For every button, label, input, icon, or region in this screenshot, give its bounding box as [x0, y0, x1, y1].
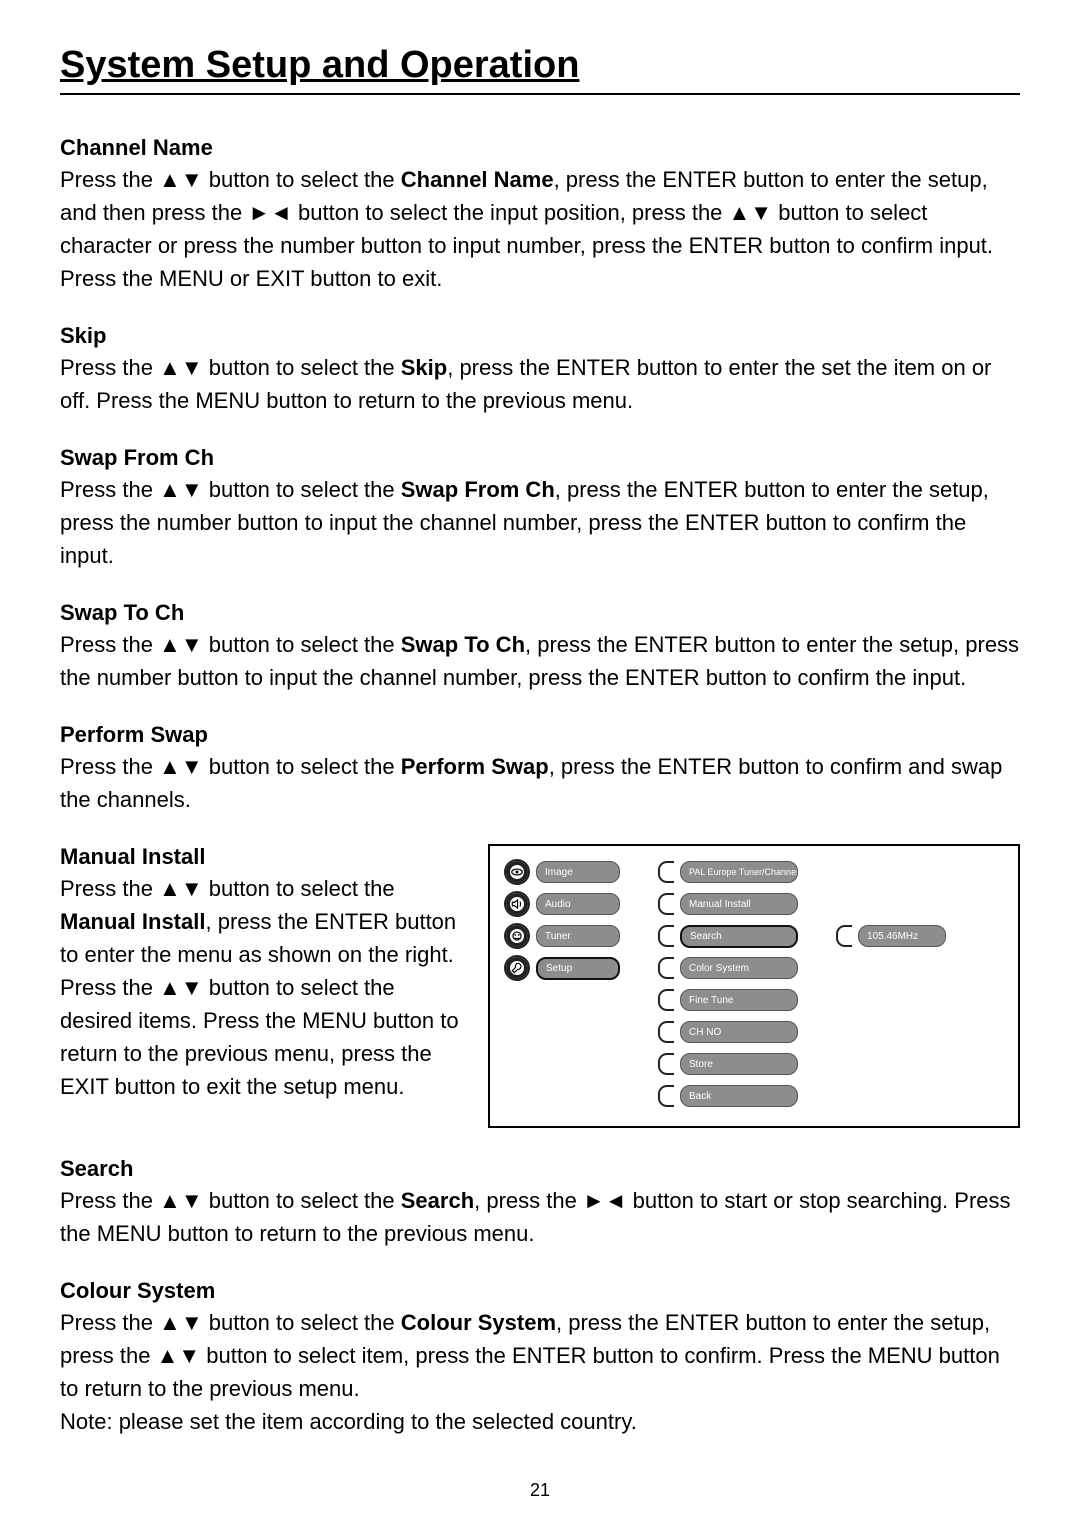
osd-item-image: Image: [504, 860, 620, 884]
section-perform-swap: Perform Swap Press the ▲▼ button to sele…: [60, 722, 1020, 816]
osd-label: Setup: [536, 957, 620, 980]
osd-label: Tuner: [536, 925, 620, 947]
bracket-icon: [658, 1053, 674, 1075]
bracket-icon: [658, 1085, 674, 1107]
updown-arrows-icon: ▲▼: [159, 355, 203, 380]
osd-item-pal: PAL Europe Tuner/Channel: [658, 860, 798, 884]
body-manual-install: Press the ▲▼ button to select the Manual…: [60, 872, 470, 1103]
osd-label: Search: [680, 925, 798, 948]
body-search: Press the ▲▼ button to select the Search…: [60, 1184, 1020, 1250]
bracket-icon: [658, 893, 674, 915]
osd-label: PAL Europe Tuner/Channel: [680, 861, 798, 883]
osd-left-column: Image Audio Tuner: [504, 860, 620, 980]
bracket-icon: [658, 957, 674, 979]
updown-arrows-icon: ▲▼: [157, 1343, 201, 1368]
page-title: System Setup and Operation: [60, 44, 1020, 87]
speaker-icon: [504, 891, 530, 917]
updown-arrows-icon: ▲▼: [159, 876, 203, 901]
heading-swap-to: Swap To Ch: [60, 600, 1020, 626]
osd-label: Back: [680, 1085, 798, 1107]
heading-perform-swap: Perform Swap: [60, 722, 1020, 748]
eye-icon: [504, 859, 530, 885]
osd-item-back: Back: [658, 1084, 798, 1108]
updown-arrows-icon: ▲▼: [159, 632, 203, 657]
body-skip: Press the ▲▼ button to select the Skip, …: [60, 351, 1020, 417]
body-perform-swap: Press the ▲▼ button to select the Perfor…: [60, 750, 1020, 816]
bracket-icon: [658, 1021, 674, 1043]
osd-label: Store: [680, 1053, 798, 1075]
osd-item-ch-no: CH NO: [658, 1020, 798, 1044]
section-colour-system: Colour System Press the ▲▼ button to sel…: [60, 1278, 1020, 1438]
heading-manual-install: Manual Install: [60, 844, 470, 870]
bracket-icon: [658, 925, 674, 947]
updown-arrows-icon: ▲▼: [159, 477, 203, 502]
section-channel-name: Channel Name Press the ▲▼ button to sele…: [60, 135, 1020, 295]
osd-item-audio: Audio: [504, 892, 620, 916]
leftright-arrows-icon: ►◄: [248, 200, 292, 225]
page-number: 21: [0, 1480, 1080, 1501]
updown-arrows-icon: ▲▼: [159, 1188, 203, 1213]
heading-search: Search: [60, 1156, 1020, 1182]
section-manual-install: Manual Install Press the ▲▼ button to se…: [60, 844, 1020, 1128]
body-colour-system: Press the ▲▼ button to select the Colour…: [60, 1306, 1020, 1405]
osd-label: Color System: [680, 957, 798, 979]
heading-colour-system: Colour System: [60, 1278, 1020, 1304]
body-swap-from: Press the ▲▼ button to select the Swap F…: [60, 473, 1020, 572]
wrench-icon: [504, 955, 530, 981]
osd-label: Fine Tune: [680, 989, 798, 1011]
updown-arrows-icon: ▲▼: [159, 975, 203, 1000]
heading-channel-name: Channel Name: [60, 135, 1020, 161]
osd-mid-column: PAL Europe Tuner/Channel Manual Install …: [658, 860, 798, 1108]
section-swap-to: Swap To Ch Press the ▲▼ button to select…: [60, 600, 1020, 694]
section-skip: Skip Press the ▲▼ button to select the S…: [60, 323, 1020, 417]
osd-item-manual-install: Manual Install: [658, 892, 798, 916]
bracket-icon: [658, 861, 674, 883]
body-swap-to: Press the ▲▼ button to select the Swap T…: [60, 628, 1020, 694]
osd-label: Audio: [536, 893, 620, 915]
bracket-icon: [658, 989, 674, 1011]
osd-item-store: Store: [658, 1052, 798, 1076]
osd-right-column: 105.46MHz: [836, 860, 946, 948]
osd-item-setup: Setup: [504, 956, 620, 980]
title-underline: [60, 93, 1020, 95]
heading-swap-from: Swap From Ch: [60, 445, 1020, 471]
section-swap-from: Swap From Ch Press the ▲▼ button to sele…: [60, 445, 1020, 572]
osd-item-tuner: Tuner: [504, 924, 620, 948]
updown-arrows-icon: ▲▼: [159, 167, 203, 192]
body-channel-name: Press the ▲▼ button to select the Channe…: [60, 163, 1020, 295]
updown-arrows-icon: ▲▼: [159, 754, 203, 779]
section-search: Search Press the ▲▼ button to select the…: [60, 1156, 1020, 1250]
leftright-arrows-icon: ►◄: [583, 1188, 627, 1213]
osd-item-fine-tune: Fine Tune: [658, 988, 798, 1012]
osd-label: CH NO: [680, 1021, 798, 1043]
page: System Setup and Operation Channel Name …: [0, 0, 1080, 1527]
updown-arrows-icon: ▲▼: [159, 1310, 203, 1335]
osd-value: 105.46MHz: [858, 925, 946, 947]
tuner-icon: [504, 923, 530, 949]
osd-item-frequency: 105.46MHz: [836, 924, 946, 948]
updown-arrows-icon: ▲▼: [729, 200, 773, 225]
osd-item-search: Search: [658, 924, 798, 948]
osd-label: Manual Install: [680, 893, 798, 915]
osd-label: Image: [536, 861, 620, 883]
osd-item-color-system: Color System: [658, 956, 798, 980]
heading-skip: Skip: [60, 323, 1020, 349]
note-colour-system: Note: please set the item according to t…: [60, 1405, 1020, 1438]
osd-menu-figure: Image Audio Tuner: [488, 844, 1020, 1128]
bracket-icon: [836, 925, 852, 947]
